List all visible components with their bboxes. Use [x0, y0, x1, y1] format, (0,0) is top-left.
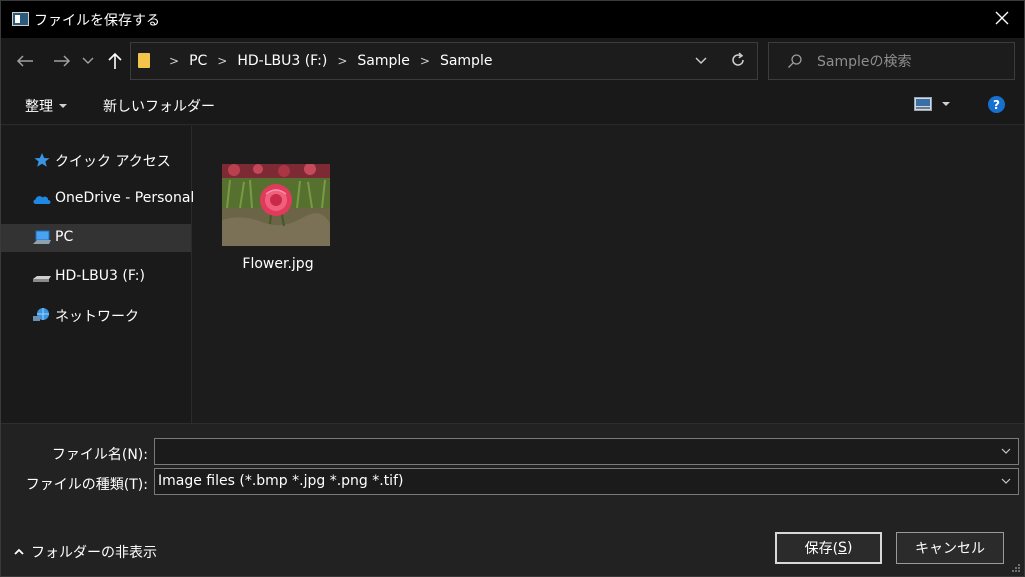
- network-icon: [33, 308, 49, 321]
- sidebar-item-label: HD-LBU3 (F:): [55, 268, 145, 284]
- chevron-down-icon: [695, 57, 707, 64]
- view-icon: [914, 97, 932, 111]
- recent-locations-button[interactable]: [79, 50, 97, 72]
- breadcrumb-item[interactable]: HD-LBU3 (F:): [237, 53, 327, 69]
- forward-button[interactable]: [50, 50, 74, 72]
- resize-grip-icon[interactable]: [1011, 563, 1021, 573]
- filename-label: ファイル名(N):: [51, 447, 148, 463]
- cloud-icon: [33, 196, 51, 204]
- file-item[interactable]: Flower.jpg: [222, 164, 332, 274]
- window-title: ファイルを保存する: [34, 13, 160, 29]
- help-icon[interactable]: ?: [988, 96, 1005, 113]
- chevron-right-icon[interactable]: >: [337, 54, 347, 68]
- star-icon: [34, 153, 50, 167]
- search-icon: [788, 54, 802, 68]
- sidebar-item-label: クイック アクセス: [55, 154, 171, 170]
- organize-label: 整理: [25, 99, 53, 115]
- chevron-down-icon[interactable]: [1000, 446, 1012, 456]
- search-box[interactable]: [768, 42, 1015, 80]
- chevron-right-icon: >: [169, 54, 180, 68]
- address-dropdown-button[interactable]: [695, 53, 707, 71]
- sidebar-item-network[interactable]: ネットワーク: [1, 301, 191, 329]
- arrow-left-icon: [16, 55, 33, 67]
- filetype-label: ファイルの種類(T):: [25, 477, 148, 493]
- navigation-pane: クイック アクセス OneDrive - Personal PC HD-LBU3…: [1, 126, 195, 423]
- filename-combobox[interactable]: [154, 438, 1019, 465]
- close-button[interactable]: [992, 8, 1012, 28]
- filename-input[interactable]: [157, 442, 977, 462]
- chevron-up-icon: [14, 548, 24, 555]
- breadcrumb-item[interactable]: PC: [189, 53, 207, 69]
- arrow-up-icon: [108, 52, 122, 69]
- save-button[interactable]: 保存(S): [775, 532, 882, 564]
- address-bar[interactable]: > PC > HD-LBU3 (F:) > Sample > Sample: [130, 42, 758, 80]
- command-toolbar: 整理 新しいフォルダー ?: [1, 85, 1024, 125]
- app-icon: [12, 12, 29, 26]
- save-mnemonic: S: [838, 540, 847, 556]
- navigation-bar: > PC > HD-LBU3 (F:) > Sample > Sample: [1, 38, 1024, 85]
- caret-down-icon: [59, 104, 67, 108]
- hide-folders-label: フォルダーの非表示: [31, 545, 157, 561]
- image-thumbnail: [222, 164, 330, 246]
- sidebar-item-label: ネットワーク: [55, 309, 139, 325]
- sidebar-item-label: PC: [55, 229, 74, 245]
- save-file-dialog: ファイルを保存する > PC > HD-LBU3 (F:) > Sample >…: [0, 0, 1025, 577]
- sidebar-item-pc[interactable]: PC: [1, 224, 191, 252]
- breadcrumb-item[interactable]: Sample: [440, 53, 493, 69]
- chevron-down-icon: [82, 57, 94, 64]
- up-button[interactable]: [103, 50, 127, 72]
- title-bar: ファイルを保存する: [1, 1, 1024, 38]
- sidebar-item-quick-access[interactable]: クイック アクセス: [1, 146, 191, 174]
- breadcrumb-item[interactable]: Sample: [357, 53, 410, 69]
- computer-icon: [33, 230, 51, 244]
- filetype-value: Image files (*.bmp *.jpg *.png *.tif): [158, 473, 404, 489]
- save-button-suffix: ): [846, 540, 853, 556]
- drive-icon: [33, 276, 51, 282]
- refresh-icon: [732, 52, 744, 66]
- sidebar-item-onedrive[interactable]: OneDrive - Personal: [1, 185, 195, 213]
- save-button-label: 保存(: [804, 541, 839, 557]
- chevron-right-icon[interactable]: >: [217, 54, 227, 68]
- hide-folders-button[interactable]: フォルダーの非表示: [13, 542, 157, 562]
- back-button[interactable]: [13, 50, 37, 72]
- chevron-right-icon[interactable]: >: [420, 54, 430, 68]
- file-list[interactable]: Flower.jpg: [193, 126, 1024, 423]
- caret-down-icon: [942, 102, 950, 106]
- filetype-select[interactable]: Image files (*.bmp *.jpg *.png *.tif): [154, 468, 1019, 495]
- refresh-button[interactable]: [729, 51, 747, 73]
- new-folder-button[interactable]: 新しいフォルダー: [103, 96, 215, 116]
- close-icon: [995, 11, 1009, 25]
- chevron-down-icon: [1001, 478, 1011, 484]
- sidebar-item-drive[interactable]: HD-LBU3 (F:): [1, 263, 191, 291]
- breadcrumb: > PC > HD-LBU3 (F:) > Sample > Sample: [159, 53, 492, 69]
- folder-icon: [138, 53, 150, 68]
- sidebar-item-label: OneDrive - Personal: [55, 190, 195, 206]
- organize-button[interactable]: 整理: [25, 96, 67, 116]
- search-input[interactable]: [817, 51, 1007, 73]
- arrow-right-icon: [54, 55, 71, 67]
- save-options-panel: ファイル名(N): ファイルの種類(T): Image files (*.bmp…: [1, 423, 1024, 576]
- cancel-button[interactable]: キャンセル: [896, 532, 1004, 564]
- file-name: Flower.jpg: [242, 256, 314, 272]
- change-view-button[interactable]: [914, 97, 950, 111]
